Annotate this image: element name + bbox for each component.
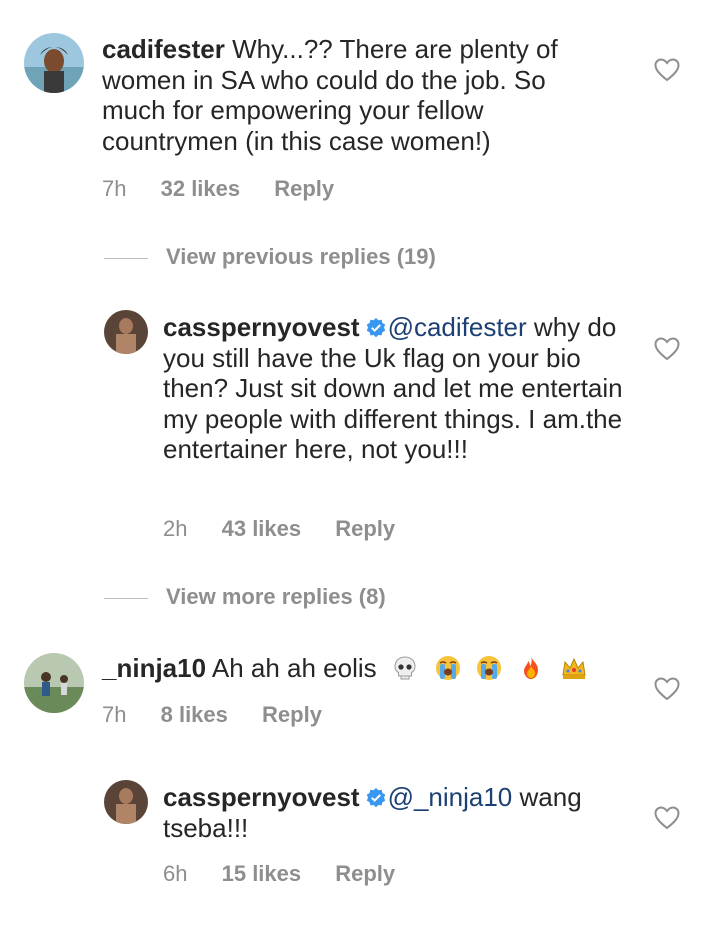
- comment-text: Ah ah ah eolis: [211, 653, 377, 683]
- likes-count[interactable]: 8 likes: [161, 702, 228, 727]
- heart-icon[interactable]: [654, 58, 680, 82]
- avatar[interactable]: [24, 653, 84, 713]
- comment-meta: 7h 32 likes Reply: [102, 176, 362, 202]
- likes-count[interactable]: 43 likes: [222, 516, 302, 541]
- username[interactable]: _ninja10: [102, 653, 206, 683]
- comment-meta: 7h 8 likes Reply: [102, 702, 350, 728]
- view-more-replies-label: View more replies (8): [166, 584, 386, 609]
- divider: [104, 597, 148, 599]
- skull-emoji: [394, 656, 416, 680]
- comment-meta: 6h 15 likes Reply: [163, 861, 423, 887]
- reply-button[interactable]: Reply: [335, 861, 395, 886]
- heart-icon[interactable]: [654, 677, 680, 701]
- username[interactable]: cadifester: [102, 34, 225, 64]
- view-more-replies-button[interactable]: View more replies (8): [104, 584, 386, 610]
- comment-body: cadifester Why...?? There are plenty of …: [102, 34, 612, 156]
- reply-button[interactable]: Reply: [274, 176, 334, 201]
- crying-emoji: [436, 656, 461, 680]
- heart-icon[interactable]: [654, 337, 680, 361]
- avatar[interactable]: [104, 780, 148, 824]
- timestamp: 6h: [163, 861, 188, 886]
- view-previous-replies-button[interactable]: View previous replies (19): [104, 244, 436, 270]
- avatar[interactable]: [104, 310, 148, 354]
- divider: [104, 257, 148, 259]
- fire-emoji: [523, 656, 538, 679]
- likes-count[interactable]: 15 likes: [222, 861, 302, 886]
- avatar[interactable]: [24, 33, 84, 93]
- heart-icon[interactable]: [654, 806, 680, 830]
- view-previous-replies-label: View previous replies (19): [166, 244, 436, 269]
- crown-emoji: [562, 657, 586, 679]
- comment-body: casspernyovest @_ninja10 wang tseba!!!: [163, 782, 623, 843]
- username[interactable]: casspernyovest: [163, 782, 360, 812]
- timestamp: 7h: [102, 702, 127, 727]
- mention-link[interactable]: @_ninja10: [388, 782, 513, 812]
- verified-badge-icon: [366, 318, 385, 338]
- reply-button[interactable]: Reply: [262, 702, 322, 727]
- comment-meta: 2h 43 likes Reply: [163, 516, 423, 542]
- comment-body: casspernyovest @cadifester why do you st…: [163, 312, 623, 465]
- likes-count[interactable]: 32 likes: [161, 176, 241, 201]
- username[interactable]: casspernyovest: [163, 312, 360, 342]
- crying-emoji: [477, 656, 502, 680]
- timestamp: 2h: [163, 516, 188, 541]
- verified-badge-icon: [366, 788, 385, 808]
- comment-body: _ninja10 Ah ah ah eolis: [102, 653, 622, 684]
- timestamp: 7h: [102, 176, 127, 201]
- mention-link[interactable]: @cadifester: [388, 312, 527, 342]
- reply-button[interactable]: Reply: [335, 516, 395, 541]
